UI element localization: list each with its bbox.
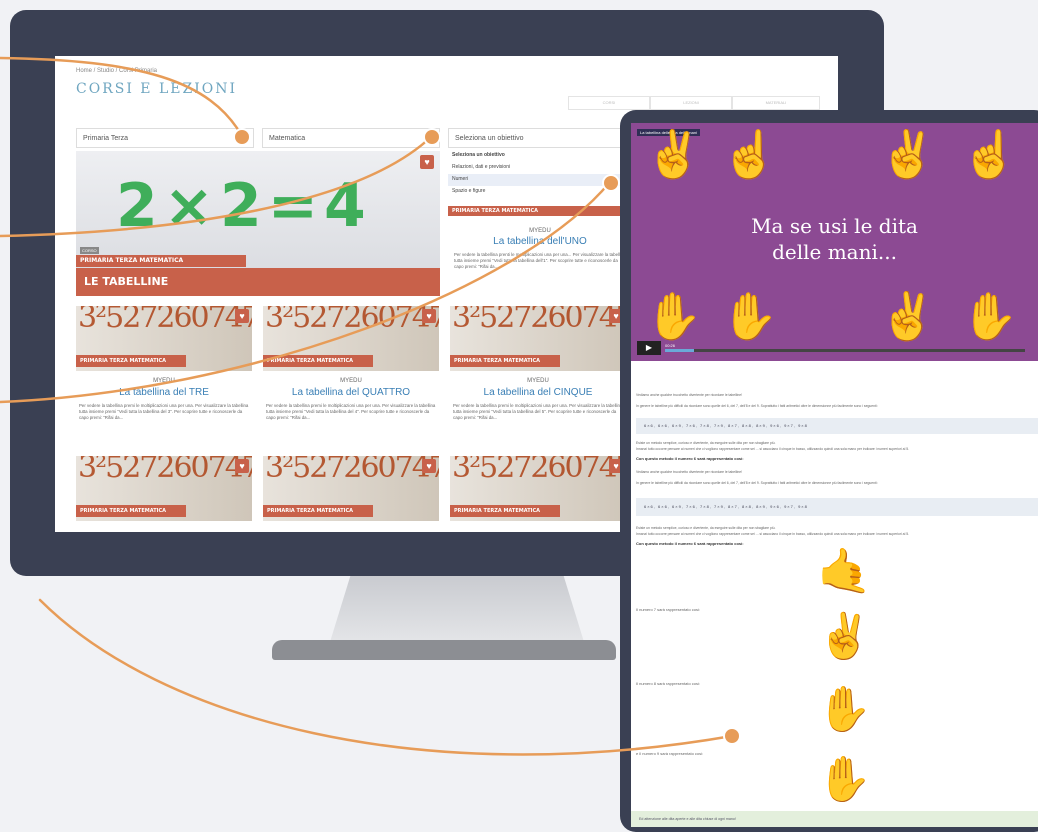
callout-dot — [602, 174, 620, 192]
connector-line — [0, 56, 244, 138]
connector-line — [38, 598, 734, 756]
callout-dot — [723, 727, 741, 745]
connector-lines — [0, 56, 734, 756]
callout-dot — [233, 128, 251, 146]
callout-dot — [423, 128, 441, 146]
connector-line — [0, 134, 434, 238]
connector-line — [0, 180, 612, 404]
